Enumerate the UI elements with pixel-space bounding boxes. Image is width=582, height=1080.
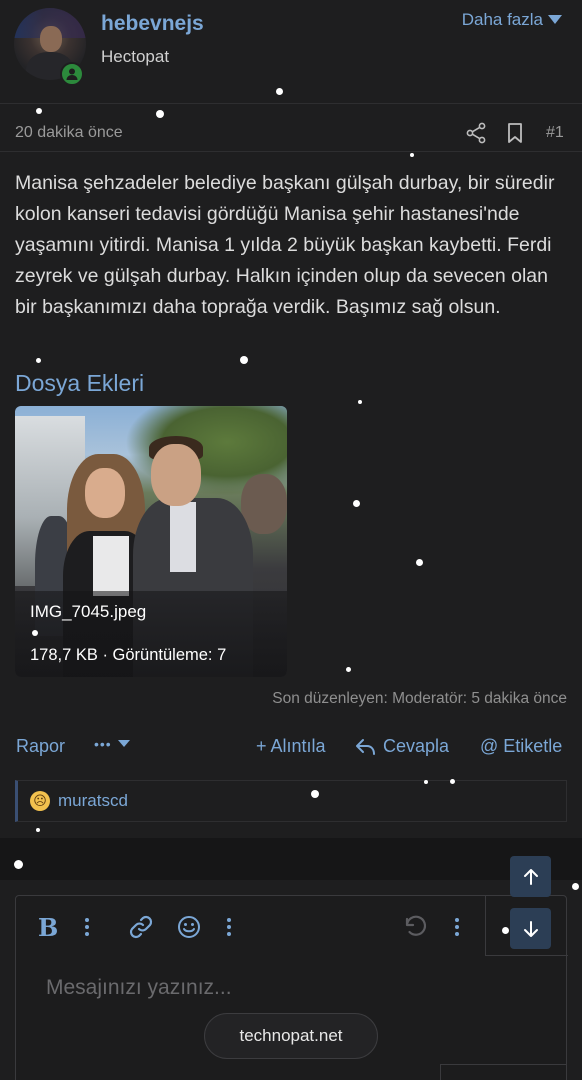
share-icon[interactable] <box>465 122 487 144</box>
link-icon[interactable] <box>128 912 154 942</box>
attachment-info: 178,7 KB · Görüntüleme: 7 <box>30 646 227 664</box>
tag-label: @ Etiketle <box>480 736 563 756</box>
more-button[interactable]: Daha fazla <box>462 10 562 30</box>
post-actions: Rapor ••• + Alıntıla Cevapla @ Etiketle <box>0 730 582 764</box>
snow-particle <box>358 400 362 404</box>
tag-button[interactable]: @ Etiketle <box>480 736 562 757</box>
reply-button[interactable]: Cevapla <box>355 736 449 757</box>
bottom-box <box>440 1064 567 1080</box>
post-body: Manisa şehzadeler belediye başkanı gülşa… <box>15 172 555 318</box>
snow-particle <box>410 153 414 157</box>
undo-icon[interactable] <box>402 912 428 942</box>
snow-particle <box>572 883 579 890</box>
snow-particle <box>450 779 455 784</box>
report-label: Rapor <box>16 736 66 756</box>
snow-particle <box>240 356 248 364</box>
bookmark-icon[interactable] <box>505 122 525 144</box>
user-header: hebevnejs Hectopat Daha fazla <box>0 0 582 104</box>
snow-particle <box>32 630 38 636</box>
snow-particle <box>36 828 40 832</box>
snow-particle <box>424 780 428 784</box>
reactions-bar[interactable]: ☹ muratscd <box>15 780 567 822</box>
snow-particle <box>276 88 283 95</box>
more-options-icon[interactable] <box>226 912 232 942</box>
attachments-title: Dosya Ekleri <box>15 370 145 396</box>
scroll-top-button[interactable] <box>510 856 551 897</box>
reply-icon <box>356 738 375 755</box>
reaction-user[interactable]: muratscd <box>58 791 128 811</box>
attachment-filename: IMG_7045.jpeg <box>30 602 147 621</box>
more-actions-label: ••• <box>94 736 112 752</box>
site-domain-pill[interactable]: technopat.net <box>204 1013 378 1059</box>
report-button[interactable]: Rapor <box>16 736 65 757</box>
snow-particle <box>502 927 509 934</box>
scroll-bottom-button[interactable] <box>510 908 551 949</box>
snow-particle <box>353 500 360 507</box>
online-status-icon <box>60 62 84 86</box>
attachment-card[interactable]: IMG_7045.jpeg 178,7 KB · Görüntüleme: 7 <box>15 406 287 677</box>
snow-particle <box>346 667 351 672</box>
caret-down-icon <box>117 740 130 747</box>
username-link[interactable]: hebevnejs <box>101 12 204 36</box>
snow-particle <box>156 110 164 118</box>
snow-particle <box>36 358 41 363</box>
snow-particle <box>14 860 23 869</box>
bold-button[interactable]: B <box>38 912 58 942</box>
emoji-icon[interactable] <box>176 912 202 942</box>
arrow-up-icon <box>523 868 538 885</box>
post-timestamp[interactable]: 20 dakika önce <box>15 124 123 142</box>
quote-button[interactable]: + Alıntıla <box>256 736 326 757</box>
snow-particle <box>416 559 423 566</box>
user-title: Hectopat <box>101 47 170 66</box>
snow-particle <box>36 108 42 114</box>
quote-label: + Alıntıla <box>256 736 326 756</box>
sad-face-icon: ☹ <box>30 791 50 811</box>
more-actions-button[interactable]: ••• <box>94 736 130 752</box>
caret-down-icon <box>548 15 562 24</box>
divider-band <box>0 838 582 880</box>
post-number[interactable]: #1 <box>546 124 564 142</box>
more-options-icon[interactable] <box>84 912 90 942</box>
reply-label: Cevapla <box>383 736 450 756</box>
arrow-down-icon <box>523 920 538 937</box>
edited-note: Son düzenleyen: Moderatör: 5 dakika önce <box>272 690 567 707</box>
more-label: Daha fazla <box>461 10 543 29</box>
post-meta: 20 dakika önce #1 <box>0 112 582 152</box>
editor-placeholder[interactable]: Mesajınızı yazınız... <box>46 976 232 1000</box>
snow-particle <box>311 790 319 798</box>
more-options-icon[interactable] <box>454 912 460 942</box>
